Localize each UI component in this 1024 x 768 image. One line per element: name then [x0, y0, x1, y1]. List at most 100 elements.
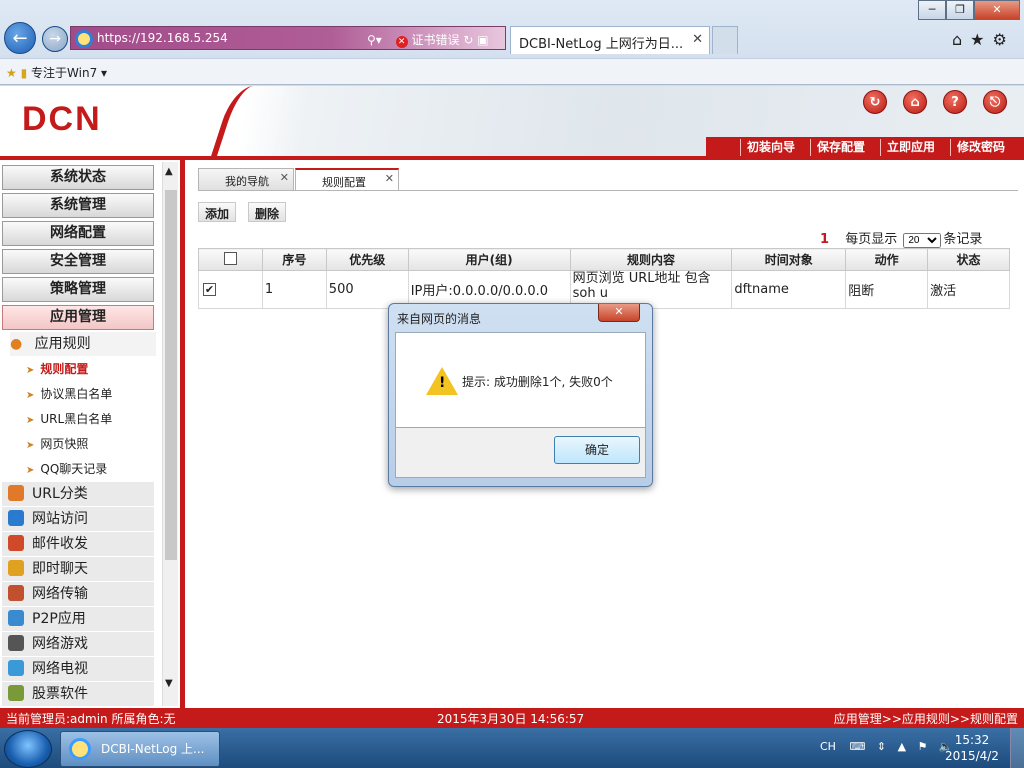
scroll-thumb[interactable] [165, 190, 177, 560]
sidebar-category-games[interactable]: 网络游戏 [2, 632, 154, 657]
tab-close-icon[interactable]: ✕ [280, 171, 289, 184]
ok-button[interactable]: 确定 [554, 436, 640, 464]
home-icon[interactable]: ⌂ [903, 90, 927, 114]
scroll-up-icon[interactable]: ▲ [165, 166, 173, 177]
select-all-checkbox[interactable] [223, 251, 237, 265]
show-desktop-button[interactable] [1010, 728, 1024, 768]
change-password-button[interactable]: 修改密码 [950, 139, 1011, 156]
compat-icon[interactable]: ▣ [477, 33, 488, 47]
col-state[interactable]: 状态 [927, 248, 1010, 271]
browser-toolbar-icons: ⌂★⚙ [952, 30, 1015, 49]
tab-my-navigation[interactable]: 我的导航 ✕ [198, 168, 294, 190]
refresh-icon[interactable]: ↻ [463, 33, 473, 47]
tab-close-icon[interactable]: ✕ [385, 172, 394, 185]
transfer-icon [8, 585, 24, 601]
system-tray: CH ⌨ ⇕ ▲ ⚑ 🔈 [820, 740, 953, 753]
sidebar-item-rule-config[interactable]: ➤ 规则配置 [26, 357, 88, 381]
address-bar[interactable]: https://192.168.5.254 ⚲▾ ✕ 证书错误 ↻ ▣ [70, 26, 506, 50]
sidebar-item-qq-chat[interactable]: ➤ QQ聊天记录 [26, 457, 107, 481]
maximize-button[interactable]: ❐ [946, 0, 974, 20]
scroll-down-icon[interactable]: ▼ [165, 678, 173, 689]
status-bar: 当前管理员:admin 所属角色:无 2015年3月30日 14:56:57 应… [0, 708, 1024, 728]
menu-policy-management[interactable]: 策略管理 [2, 277, 154, 302]
delete-button[interactable]: 删除 [248, 202, 287, 222]
sidebar-divider[interactable] [180, 160, 185, 708]
keyboard-icon[interactable]: ⌨ [849, 740, 865, 753]
logout-icon[interactable]: ⎋ [983, 90, 1007, 114]
stock-icon [8, 685, 24, 701]
col-user[interactable]: 用户(组) [407, 248, 571, 271]
sidebar-category-web-access[interactable]: 网站访问 [2, 507, 154, 532]
menu-app-management[interactable]: 应用管理 [2, 305, 154, 330]
cell-index: 1 [261, 270, 327, 309]
clock[interactable]: 15:32 2015/4/2 [944, 732, 1000, 764]
sidebar-category-mail[interactable]: 邮件收发 [2, 532, 154, 557]
help-icon[interactable]: ? [943, 90, 967, 114]
col-rule[interactable]: 规则内容 [569, 248, 733, 271]
search-icon[interactable]: ⚲▾ [367, 33, 382, 47]
row-checkbox[interactable]: ✔ [203, 283, 216, 296]
language-indicator[interactable]: CH [820, 740, 836, 753]
arrow-icon: ➤ [26, 440, 35, 451]
sidebar-category-tv[interactable]: 网络电视 [2, 657, 154, 682]
sidebar-category-url[interactable]: URL分类 [2, 482, 154, 507]
folder-icon: ▮ [20, 66, 28, 80]
network-icon[interactable]: ⇕ [877, 740, 886, 753]
home-icon[interactable]: ⌂ [952, 30, 970, 49]
tab-close-icon[interactable]: ✕ [692, 32, 703, 47]
sidebar-item-protocol-list[interactable]: ➤ 协议黑白名单 [26, 382, 112, 406]
sidebar-category-im[interactable]: 即时聊天 [2, 557, 154, 582]
sidebar-item-web-snapshot[interactable]: ➤ 网页快照 [26, 432, 88, 456]
menu-security-management[interactable]: 安全管理 [2, 249, 154, 274]
row-checkbox-cell[interactable]: ✔ [198, 270, 263, 309]
favorites-icon[interactable]: ★ [970, 30, 992, 49]
clock-date: 2015/4/2 [945, 749, 999, 763]
breadcrumb: 应用管理>>应用规则>>规则配置 [833, 712, 1018, 726]
favorites-item[interactable]: ★ ▮ 专注于Win7 ▾ [6, 64, 107, 81]
records-label: 条记录 [943, 232, 983, 247]
minimize-button[interactable]: ─ [918, 0, 946, 20]
gamepad-icon [8, 635, 24, 651]
tab-underline [198, 190, 1018, 191]
sidebar-group-app-rules[interactable]: ● 应用规则 [10, 332, 156, 356]
window-close-button[interactable]: ✕ [974, 0, 1020, 20]
tray-expand-icon[interactable]: ▲ [898, 740, 906, 753]
sidebar-scrollbar[interactable]: ▲ ▼ [162, 162, 178, 706]
sidebar-item-url-list[interactable]: ➤ URL黑白名单 [26, 407, 112, 431]
tv-icon [8, 660, 24, 676]
col-index[interactable]: 序号 [261, 248, 327, 271]
select-all-header[interactable] [198, 248, 263, 271]
col-action[interactable]: 动作 [845, 248, 929, 271]
col-time[interactable]: 时间对象 [731, 248, 847, 271]
sidebar-category-stocks[interactable]: 股票软件 [2, 682, 154, 707]
status-admin: 当前管理员:admin 所属角色:无 [6, 712, 176, 726]
setup-wizard-button[interactable]: 初装向导 [740, 139, 801, 156]
apply-now-button[interactable]: 立即应用 [880, 139, 941, 156]
menu-system-status[interactable]: 系统状态 [2, 165, 154, 190]
refresh-icon[interactable]: ↻ [863, 90, 887, 114]
forward-button[interactable]: → [42, 26, 68, 52]
gear-icon[interactable]: ⚙ [993, 30, 1015, 49]
p2p-icon [8, 610, 24, 626]
flag-icon[interactable]: ⚑ [918, 740, 928, 753]
sidebar-category-p2p[interactable]: P2P应用 [2, 607, 154, 632]
save-config-button[interactable]: 保存配置 [810, 139, 871, 156]
url-text: https://192.168.5.254 [97, 31, 228, 45]
cert-error-label[interactable]: 证书错误 [411, 33, 459, 47]
sidebar-category-transfer[interactable]: 网络传输 [2, 582, 154, 607]
tab-rule-config[interactable]: 规则配置 ✕ [295, 168, 399, 190]
arrow-icon: ➤ [26, 365, 35, 376]
browser-tab[interactable]: DCBI-NetLog 上网行为日... ✕ [510, 26, 710, 54]
back-button[interactable]: ← [4, 22, 36, 54]
menu-network-config[interactable]: 网络配置 [2, 221, 154, 246]
col-priority[interactable]: 优先级 [325, 248, 409, 271]
taskbar-ie-item[interactable]: DCBI-NetLog 上... [60, 731, 220, 767]
record-count: 1 [820, 232, 830, 247]
new-tab-button[interactable] [712, 26, 738, 54]
status-datetime: 2015年3月30日 14:56:57 [437, 712, 585, 726]
menu-system-management[interactable]: 系统管理 [2, 193, 154, 218]
per-page-select[interactable]: 20 [903, 233, 942, 248]
add-button[interactable]: 添加 [198, 202, 237, 222]
start-button[interactable] [4, 730, 52, 768]
dialog-close-button[interactable]: ✕ [598, 304, 640, 322]
